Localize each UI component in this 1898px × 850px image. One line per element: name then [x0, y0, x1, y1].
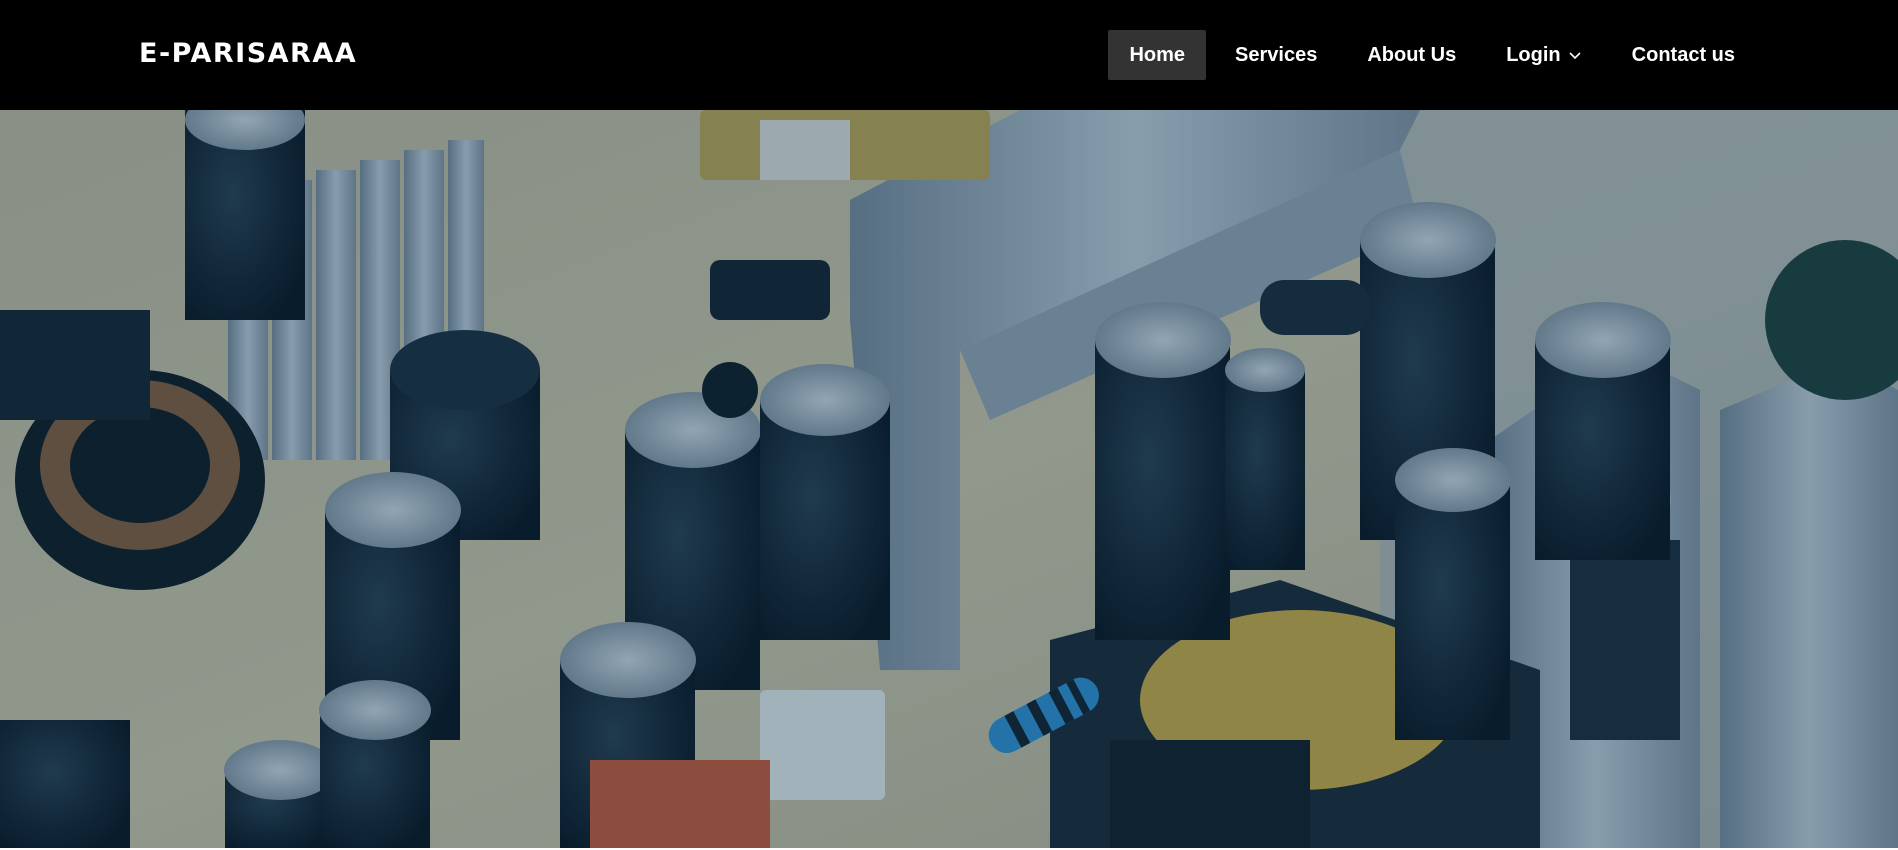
nav-services[interactable]: Services: [1214, 30, 1338, 80]
nav-about-us[interactable]: About Us: [1346, 30, 1477, 80]
nav-home[interactable]: Home: [1108, 30, 1207, 80]
nav-home-label: Home: [1129, 43, 1186, 66]
nav-about-us-label: About Us: [1367, 43, 1457, 66]
brand-logo[interactable]: E-PARISARAA: [139, 36, 357, 72]
nav-login-label: Login: [1506, 43, 1561, 66]
main-nav: Home Services About Us Login Contact us: [1108, 30, 1756, 80]
nav-contact-us-label: Contact us: [1631, 43, 1735, 66]
hero-banner: [0, 110, 1898, 848]
top-navbar: E-PARISARAA Home Services About Us Login…: [0, 0, 1898, 110]
nav-services-label: Services: [1235, 43, 1318, 66]
hero-circuit-board-image: [0, 110, 1898, 848]
nav-contact-us[interactable]: Contact us: [1611, 30, 1756, 80]
chevron-down-icon: [1569, 52, 1581, 60]
nav-login-dropdown[interactable]: Login: [1485, 30, 1602, 80]
